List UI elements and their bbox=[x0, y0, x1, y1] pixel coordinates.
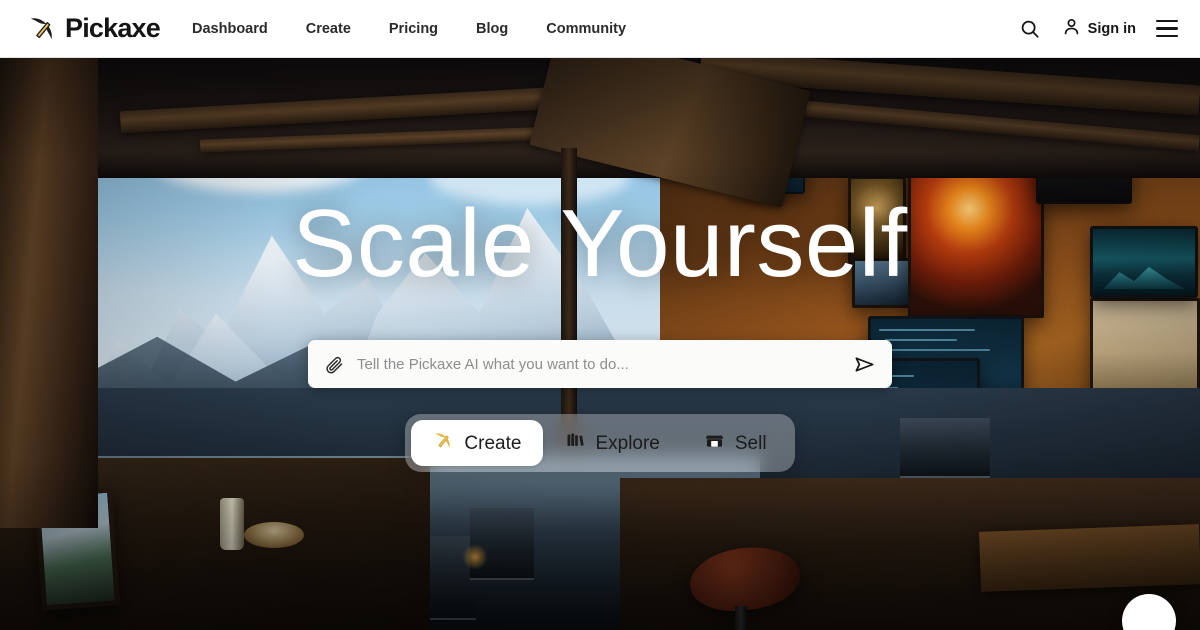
hero-tab-group: Create Explore Sell bbox=[405, 414, 795, 472]
hamburger-bar bbox=[1156, 20, 1178, 23]
navbar-actions: Sign in bbox=[1019, 16, 1178, 42]
nav-link-blog[interactable]: Blog bbox=[476, 21, 508, 37]
nav-links: Dashboard Create Pricing Blog Community bbox=[192, 21, 626, 37]
send-icon[interactable] bbox=[853, 353, 876, 376]
hamburger-menu-icon[interactable] bbox=[1156, 18, 1178, 39]
hamburger-bar bbox=[1156, 27, 1178, 30]
prompt-input[interactable] bbox=[357, 355, 843, 373]
paperclip-icon[interactable] bbox=[324, 354, 345, 375]
pickaxe-icon bbox=[433, 430, 454, 457]
hero-content: Scale Yourself Tell the Pickaxe AI what … bbox=[0, 58, 1200, 630]
tab-create[interactable]: Create bbox=[411, 420, 544, 466]
prompt-bar[interactable] bbox=[308, 340, 892, 388]
sign-in-button[interactable]: Sign in bbox=[1061, 16, 1136, 42]
pickaxe-icon bbox=[28, 14, 58, 44]
tab-sell-label: Sell bbox=[734, 432, 767, 454]
storefront-icon bbox=[704, 430, 725, 457]
nav-link-pricing[interactable]: Pricing bbox=[389, 21, 438, 37]
nav-link-create[interactable]: Create bbox=[306, 21, 351, 37]
page-root: Pickaxe Dashboard Create Pricing Blog Co… bbox=[0, 0, 1200, 630]
brand-logo[interactable]: Pickaxe bbox=[28, 13, 161, 44]
tab-create-label: Create bbox=[464, 432, 522, 454]
nav-link-community[interactable]: Community bbox=[546, 21, 626, 37]
books-icon bbox=[565, 430, 585, 456]
hamburger-bar bbox=[1156, 34, 1178, 37]
user-icon bbox=[1061, 16, 1082, 42]
page-title: Scale Yourself bbox=[292, 190, 908, 297]
search-icon[interactable] bbox=[1019, 18, 1041, 40]
tab-sell[interactable]: Sell bbox=[682, 420, 789, 466]
nav-link-dashboard[interactable]: Dashboard bbox=[192, 21, 268, 37]
tab-explore[interactable]: Explore bbox=[543, 420, 681, 466]
sign-in-label: Sign in bbox=[1087, 20, 1136, 37]
brand-name: Pickaxe bbox=[65, 13, 161, 43]
top-navbar: Pickaxe Dashboard Create Pricing Blog Co… bbox=[0, 0, 1200, 58]
tab-explore-label: Explore bbox=[595, 432, 660, 454]
hero-section: Scale Yourself Tell the Pickaxe AI what … bbox=[0, 58, 1200, 630]
